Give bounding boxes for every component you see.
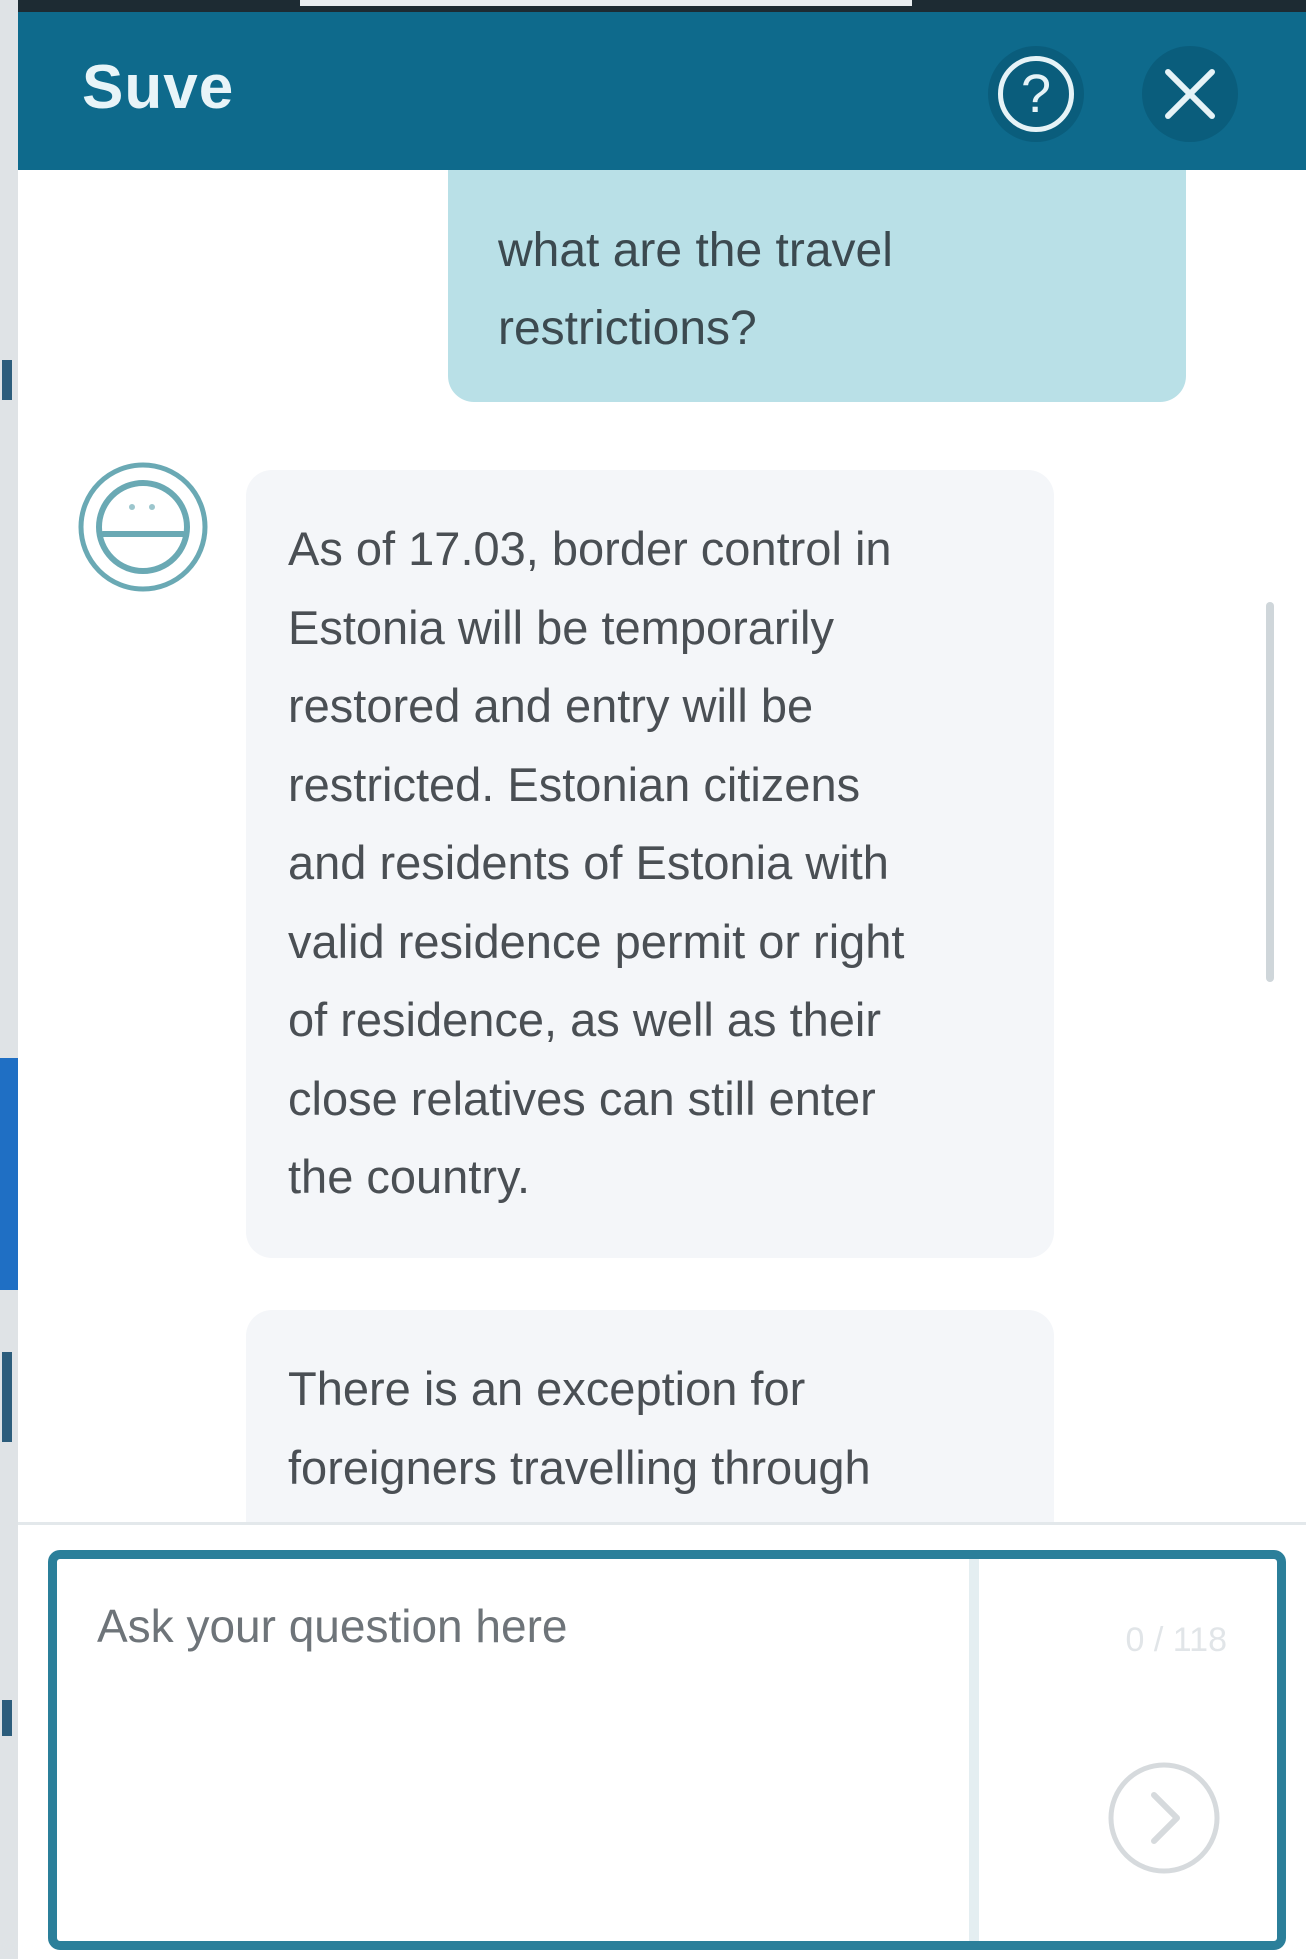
background-mark <box>2 360 12 400</box>
bot-message-line: foreigners travelling through <box>288 1440 871 1494</box>
bot-message-line: and residents of Estonia with <box>288 836 889 889</box>
bot-avatar-icon <box>78 462 208 592</box>
background-tab-strip <box>300 0 912 6</box>
close-icon <box>1165 69 1215 119</box>
chat-title: Suve <box>82 53 235 122</box>
message-scrollbar[interactable] <box>1266 602 1274 982</box>
background-top-bar <box>0 0 1306 12</box>
chat-widget: Suve ? what are the travel restrictions? <box>18 12 1306 1959</box>
bot-message-line: valid residence permit or right <box>288 914 905 968</box>
message-composer: 0 / 118 <box>48 1550 1286 1950</box>
background-page-edge <box>0 0 18 1959</box>
send-button[interactable] <box>1105 1759 1223 1877</box>
background-mark <box>2 1700 12 1736</box>
bot-message-line: As of 17.03, border control in <box>288 522 892 575</box>
user-message-line: restrictions? <box>498 302 757 355</box>
question-input[interactable] <box>57 1559 967 1941</box>
composer-separator <box>969 1559 979 1941</box>
user-message-line: what are the travel <box>498 224 893 277</box>
background-blue-block <box>0 1058 18 1290</box>
composer-divider <box>18 1522 1306 1525</box>
bot-message-line: close relatives can still enter <box>288 1071 876 1125</box>
bot-message-line: restricted. Estonian citizens <box>288 757 861 811</box>
page: Suve ? what are the travel restrictions? <box>0 0 1306 1959</box>
bot-message: There is an exception for foreigners tra… <box>246 1310 1054 1525</box>
bot-message: As of 17.03, border control in Estonia w… <box>246 470 1054 1258</box>
message-list[interactable]: what are the travel restrictions? As of … <box>18 170 1306 1525</box>
help-icon-glyph: ? <box>1020 64 1052 124</box>
bot-message-line: the country. <box>288 1150 531 1203</box>
bot-message-line: of residence, as well as their <box>288 993 882 1046</box>
character-counter: 0 / 118 <box>1125 1621 1227 1659</box>
user-message: what are the travel restrictions? <box>448 170 1186 402</box>
help-icon: ? <box>998 56 1074 132</box>
bot-message-line: Estonia will be temporarily <box>288 600 834 654</box>
bot-message-line: restored and entry will be <box>288 679 814 732</box>
bot-message-line: There is an exception for <box>288 1362 806 1415</box>
background-mark <box>2 1352 12 1442</box>
close-button[interactable] <box>1142 46 1238 142</box>
chat-header: Suve ? <box>18 12 1306 170</box>
help-button[interactable]: ? <box>988 46 1084 142</box>
